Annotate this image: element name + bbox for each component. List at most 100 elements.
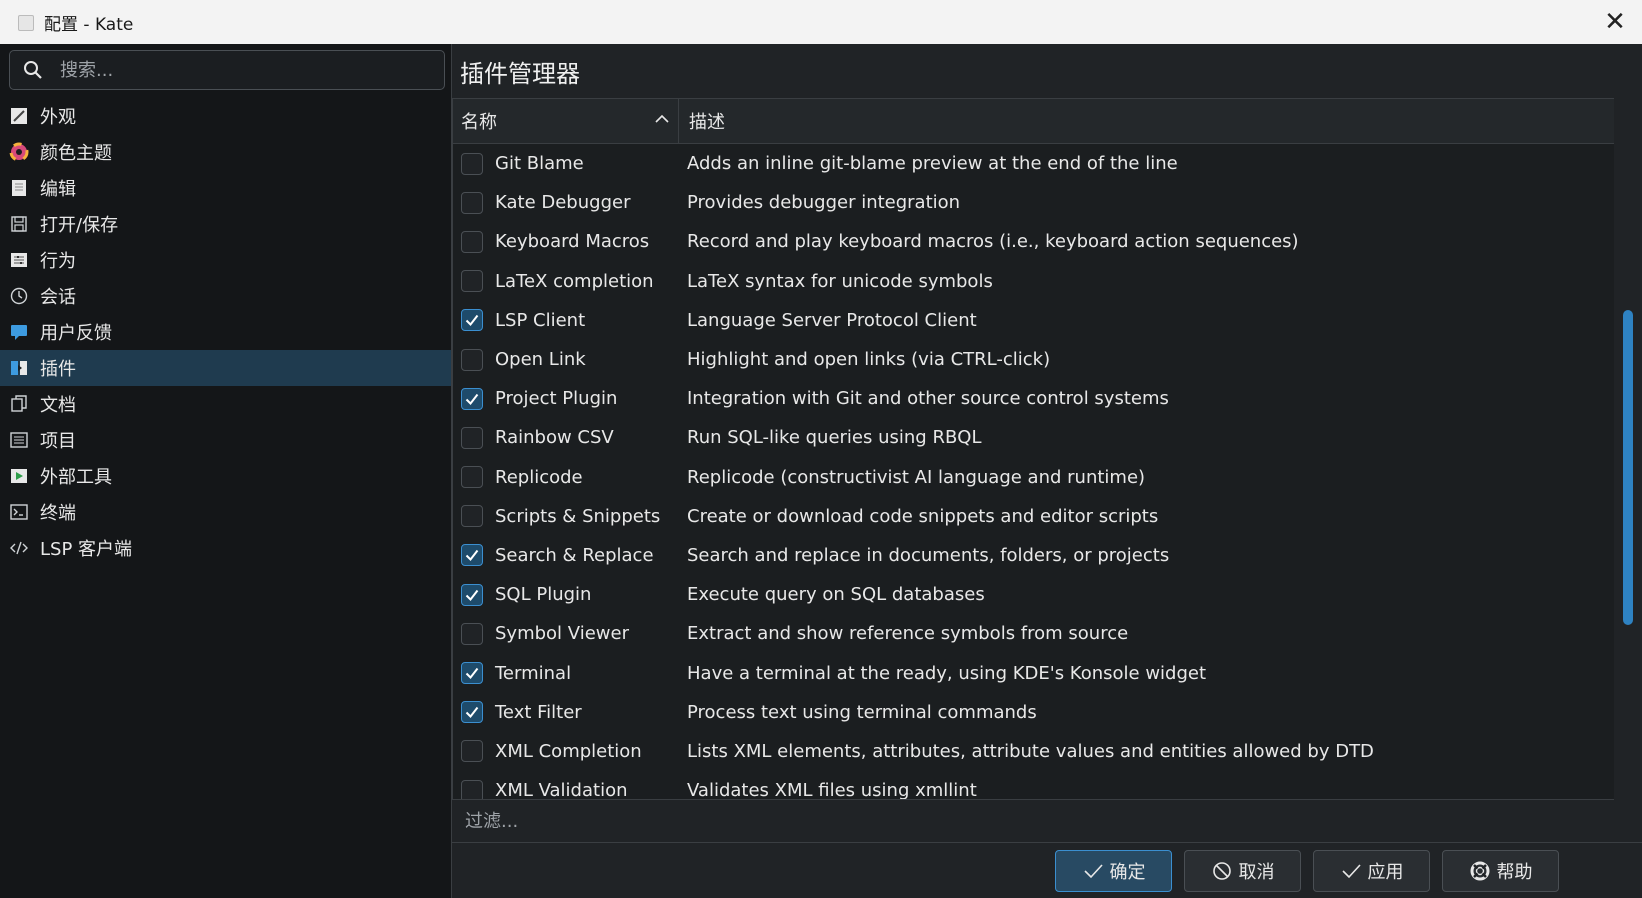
plugin-name: Scripts & Snippets <box>495 505 661 527</box>
plugin-row[interactable]: Project Plugin Integration with Git and o… <box>453 379 1614 418</box>
sidebar-item-10[interactable]: 外部工具 <box>0 458 451 494</box>
cancel-button[interactable]: 取消 <box>1184 850 1301 892</box>
plugin-checkbox[interactable] <box>461 270 483 293</box>
plugin-name: Replicode <box>495 466 583 488</box>
session-clock-icon <box>8 285 30 307</box>
plugin-checkbox[interactable] <box>461 622 483 645</box>
plugin-name: XML Completion <box>495 740 642 762</box>
plugin-checkbox[interactable] <box>461 779 483 799</box>
plugin-row[interactable]: XML Validation Validates XML files using … <box>453 771 1614 800</box>
ok-button[interactable]: 确定 <box>1055 850 1172 892</box>
apply-label: 应用 <box>1367 862 1404 883</box>
sidebar-item-4[interactable]: 行为 <box>0 242 451 278</box>
plugin-checkbox[interactable] <box>461 740 483 763</box>
plugin-row[interactable]: Open Link Highlight and open links (via C… <box>453 340 1614 379</box>
plugin-checkbox[interactable] <box>461 505 483 528</box>
plugin-description: Extract and show reference symbols from … <box>687 623 1129 645</box>
sidebar-item-1[interactable]: 颜色主题 <box>0 134 451 170</box>
title-bar: 配置 - Kate ✕ <box>0 0 1642 45</box>
plugin-checkbox[interactable] <box>461 544 483 567</box>
save-icon <box>8 213 30 235</box>
sidebar-item-2[interactable]: 编辑 <box>0 170 451 206</box>
projects-icon <box>8 429 30 451</box>
plugin-checkbox[interactable] <box>461 426 483 449</box>
plugin-row[interactable]: SQL Plugin Execute query on SQL databases <box>453 575 1614 614</box>
plugin-checkbox[interactable] <box>461 191 483 214</box>
search-input[interactable] <box>58 58 422 82</box>
sidebar-item-label: 外观 <box>40 107 76 128</box>
checkmark-icon <box>465 315 479 327</box>
plugin-checkbox[interactable] <box>461 583 483 606</box>
sidebar-item-label: 插件 <box>40 359 76 380</box>
plugin-icon <box>8 357 30 379</box>
plugin-description: Language Server Protocol Client <box>687 309 977 331</box>
checkmark-icon <box>465 667 479 680</box>
color-theme-icon <box>8 141 30 163</box>
category-list: 外观颜色主题 编辑 打开/保存 行为 会话 用户反馈插件文档项目外部工具终端 LSP 客户端 <box>0 98 451 566</box>
plugin-row[interactable]: Search & Replace Search and replace in do… <box>453 536 1614 575</box>
sort-ascending-icon <box>654 111 670 127</box>
documents-icon <box>8 393 30 415</box>
sidebar-item-label: 外部工具 <box>40 467 112 488</box>
sidebar-item-label: 项目 <box>40 431 76 452</box>
plugin-checkbox[interactable] <box>461 466 483 489</box>
column-header-description[interactable]: 描述 <box>679 99 1599 143</box>
plugin-checkbox[interactable] <box>461 152 483 175</box>
plugin-row[interactable]: Terminal Have a terminal at the ready, us… <box>453 653 1614 692</box>
plugin-name: Rainbow CSV <box>495 427 614 449</box>
sidebar: 外观颜色主题编辑打开/保存行为会话用户反馈插件文档项目外部工具终端 LSP 客户端 <box>0 44 452 898</box>
apply-button[interactable]: 应用 <box>1313 850 1430 892</box>
plugin-checkbox[interactable] <box>461 348 483 371</box>
sidebar-item-12[interactable]: LSP 客户端 <box>0 530 451 566</box>
close-icon[interactable]: ✕ <box>1588 0 1642 44</box>
plugin-row[interactable]: Text Filter Process text using terminal c… <box>453 693 1614 732</box>
plugin-row[interactable]: Git Blame Adds an inline git-blame previe… <box>453 144 1614 183</box>
plugin-name: Git Blame <box>495 153 584 175</box>
plugin-checkbox[interactable] <box>461 387 483 410</box>
search-box[interactable] <box>9 50 445 90</box>
sidebar-item-label: 终端 <box>40 503 76 524</box>
vertical-scrollbar[interactable] <box>1615 98 1642 798</box>
plugin-name: Text Filter <box>495 701 582 723</box>
cancel-icon <box>1211 860 1233 882</box>
plugin-row[interactable]: Keyboard Macros Record and play keyboard … <box>453 222 1614 261</box>
sidebar-item-7[interactable]: 插件 <box>0 350 451 386</box>
sidebar-item-11[interactable]: 终端 <box>0 494 451 530</box>
plugin-row[interactable]: LaTeX completion LaTeX syntax for unicode… <box>453 262 1614 301</box>
sidebar-item-3[interactable]: 打开/保存 <box>0 206 451 242</box>
plugin-row[interactable]: Kate Debugger Provides debugger integrati… <box>453 183 1614 222</box>
sidebar-item-8[interactable]: 文档 <box>0 386 451 422</box>
plugin-name: XML Validation <box>495 780 628 800</box>
plugin-description: Record and play keyboard macros (i.e., k… <box>687 231 1299 253</box>
plugin-row[interactable]: XML Completion Lists XML elements, attrib… <box>453 732 1614 771</box>
ok-label: 确定 <box>1109 862 1146 883</box>
column-description-label: 描述 <box>689 112 725 133</box>
plugin-name: Terminal <box>495 662 572 684</box>
page-title: 插件管理器 <box>460 60 580 88</box>
plugin-checkbox[interactable] <box>461 309 483 332</box>
help-button[interactable]: 帮助 <box>1442 850 1559 892</box>
search-icon <box>22 59 44 81</box>
sidebar-item-6[interactable]: 用户反馈 <box>0 314 451 350</box>
sidebar-item-5[interactable]: 会话 <box>0 278 451 314</box>
terminal-icon <box>8 501 30 523</box>
sidebar-item-9[interactable]: 项目 <box>0 422 451 458</box>
sidebar-item-0[interactable]: 外观 <box>0 98 451 134</box>
plugin-row[interactable]: Scripts & Snippets Create or download cod… <box>453 497 1614 536</box>
window-title: 配置 - Kate <box>44 14 134 35</box>
plugin-row[interactable]: Symbol Viewer Extract and show reference … <box>453 614 1614 653</box>
plugin-checkbox[interactable] <box>461 662 483 685</box>
plugin-row[interactable]: Rainbow CSV Run SQL-like queries using RB… <box>453 418 1614 457</box>
plugin-name: Search & Replace <box>495 544 654 566</box>
feedback-icon <box>8 321 30 343</box>
filter-input[interactable] <box>463 809 1067 833</box>
plugin-row[interactable]: Replicode Replicode (constructivist AI la… <box>453 458 1614 497</box>
plugin-checkbox[interactable] <box>461 701 483 724</box>
column-header-name[interactable]: 名称 <box>453 99 679 143</box>
checkmark-icon <box>1340 860 1362 882</box>
plugin-description: Execute query on SQL databases <box>687 584 985 606</box>
plugin-name: SQL Plugin <box>495 584 592 606</box>
plugin-checkbox[interactable] <box>461 230 483 253</box>
scrollbar-thumb[interactable] <box>1623 309 1633 625</box>
plugin-row[interactable]: LSP Client Language Server Protocol Clien… <box>453 301 1614 340</box>
